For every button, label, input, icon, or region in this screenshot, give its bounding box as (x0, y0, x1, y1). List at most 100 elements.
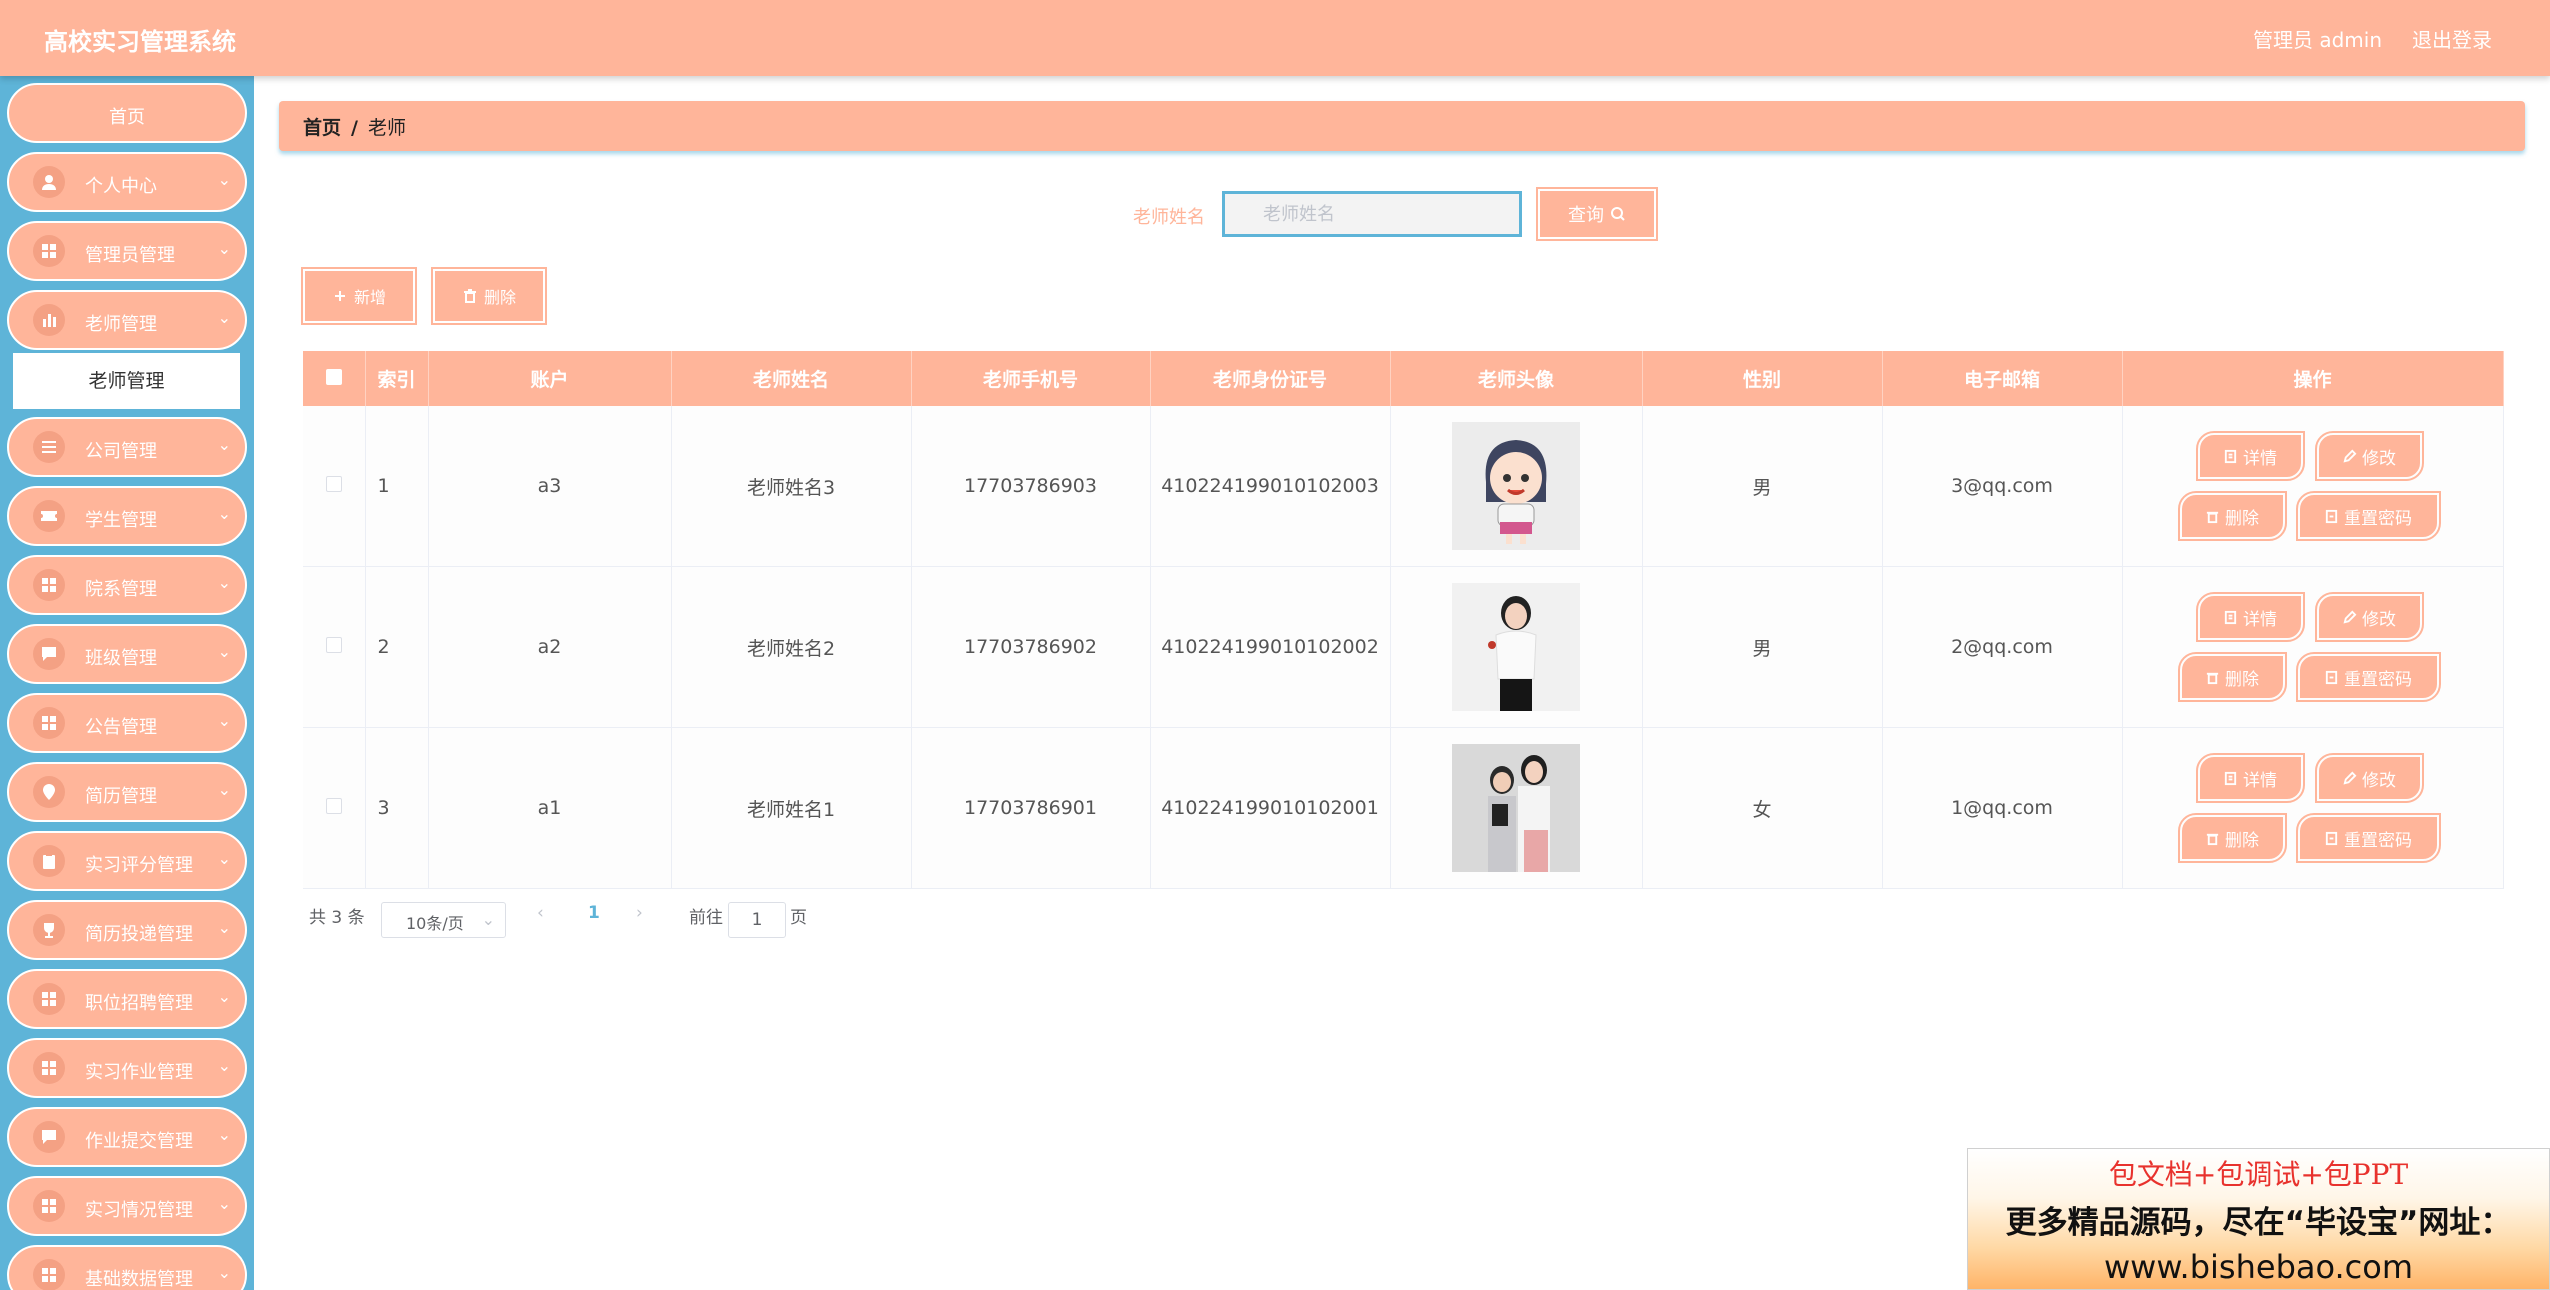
sidebar-item-4[interactable]: 公司管理 ⌄ (7, 417, 247, 477)
sidebar-item-16[interactable]: 基础数据管理 ⌄ (7, 1245, 247, 1290)
breadcrumb-separator: / (351, 117, 358, 139)
row-checkbox[interactable] (325, 798, 342, 814)
next-page-button[interactable]: › (636, 903, 643, 923)
cell-gender: 男 (1642, 406, 1883, 567)
edit-button[interactable]: 修改 (2314, 431, 2424, 481)
top-header: 高校实习管理系统 管理员 admin 退出登录 (0, 0, 2550, 76)
cell-email: 2@qq.com (1882, 566, 2123, 728)
sidebar-item-13[interactable]: 实习作业管理 ⌄ (7, 1038, 247, 1098)
prev-page-button[interactable]: ‹ (537, 903, 544, 923)
sidebar-subitem-teacher-manage[interactable]: 老师管理 (13, 353, 240, 409)
query-button[interactable]: 查询 (1536, 187, 1658, 241)
cell-email: 3@qq.com (1882, 406, 2123, 567)
sidebar-item-label: 基础数据管理 (85, 1269, 193, 1290)
detail-button[interactable]: 详情 (2195, 592, 2305, 642)
location-icon (33, 776, 65, 808)
sidebar-item-10[interactable]: 实习评分管理 ⌄ (7, 831, 247, 891)
row-actions: 详情 修改 删除 重置密码 (2123, 728, 2503, 888)
chevron-down-icon: ⌄ (217, 642, 231, 661)
sidebar-item-home[interactable]: 首页 (7, 83, 247, 143)
sidebar-item-label: 班级管理 (85, 648, 157, 669)
detail-label: 详情 (2243, 448, 2277, 469)
col-name: 老师姓名 (671, 351, 912, 406)
chat-icon (33, 638, 65, 670)
chevron-down-icon: ⌄ (217, 1263, 231, 1282)
row-select-cell[interactable] (303, 566, 366, 728)
row-checkbox[interactable] (325, 637, 342, 653)
reset-label: 重置密码 (2344, 508, 2412, 529)
cell-avatar (1390, 727, 1643, 889)
batch-delete-button[interactable]: 删除 (431, 267, 547, 325)
edit-button[interactable]: 修改 (2314, 592, 2424, 642)
two-women-photo-avatar (1452, 744, 1580, 872)
teacher-table: 索引 账户 老师姓名 老师手机号 老师身份证号 老师头像 性别 电子邮箱 操作 … (303, 351, 2504, 889)
detail-button[interactable]: 详情 (2195, 431, 2305, 481)
app-title: 高校实习管理系统 (44, 28, 236, 56)
sidebar-item-14[interactable]: 作业提交管理 ⌄ (7, 1107, 247, 1167)
cell-account: a3 (428, 406, 672, 567)
grid-icon (33, 1259, 65, 1290)
trash-icon (2206, 511, 2219, 523)
edit-button[interactable]: 修改 (2314, 753, 2424, 803)
detail-label: 详情 (2243, 770, 2277, 791)
teacher-name-search-input[interactable] (1222, 191, 1522, 237)
chevron-down-icon: ⌄ (217, 239, 231, 258)
trash-icon (2206, 833, 2219, 845)
sidebar: 首页 个人中心 ⌄ 管理员管理 ⌄ 老师管理 ⌄ 老师管理 公司管理 ⌄ 学生管理 ⌄ 院系管理 ⌄ 班级… (0, 76, 254, 1290)
select-all-checkbox[interactable] (325, 368, 342, 385)
chevron-down-icon: ⌄ (217, 435, 231, 454)
detail-label: 详情 (2243, 609, 2277, 630)
select-all-cell[interactable] (303, 351, 366, 406)
delete-button[interactable]: 删除 (2177, 813, 2287, 863)
sidebar-item-8[interactable]: 公告管理 ⌄ (7, 693, 247, 753)
search-icon (1611, 207, 1625, 221)
cell-name: 老师姓名3 (671, 406, 912, 567)
cell-actions: 详情 修改 删除 重置密码 (2122, 406, 2504, 567)
sidebar-item-15[interactable]: 实习情况管理 ⌄ (7, 1176, 247, 1236)
chevron-down-icon: ⌄ (217, 987, 231, 1006)
cell-gender: 女 (1642, 727, 1883, 889)
reset-password-button[interactable]: 重置密码 (2295, 652, 2441, 702)
ticket-icon (33, 500, 65, 532)
reset-password-button[interactable]: 重置密码 (2295, 813, 2441, 863)
chevron-down-icon: ⌄ (217, 849, 231, 868)
breadcrumb-home[interactable]: 首页 (303, 117, 341, 139)
clipboard-icon (33, 845, 65, 877)
logout-link[interactable]: 退出登录 (2412, 24, 2492, 53)
chevron-down-icon: ⌄ (481, 910, 495, 929)
sidebar-item-label: 公告管理 (85, 717, 157, 738)
row-checkbox[interactable] (325, 476, 342, 492)
detail-button[interactable]: 详情 (2195, 753, 2305, 803)
promo-banner[interactable]: 包文档+包调试+包PPT 更多精品源码，尽在“毕设宝”网址： www.bishe… (1967, 1148, 2550, 1290)
grid-icon (33, 983, 65, 1015)
chevron-down-icon: ⌄ (217, 1194, 231, 1213)
sidebar-item-1[interactable]: 个人中心 ⌄ (7, 152, 247, 212)
sidebar-item-2[interactable]: 管理员管理 ⌄ (7, 221, 247, 281)
sidebar-item-5[interactable]: 学生管理 ⌄ (7, 486, 247, 546)
add-button[interactable]: 新增 (301, 267, 417, 325)
sidebar-item-9[interactable]: 简历管理 ⌄ (7, 762, 247, 822)
reset-password-icon (2325, 509, 2338, 523)
trash-icon (463, 289, 476, 303)
table-row: 1 a3 老师姓名3 17703786903 410224199010102003 男 3@… (303, 406, 2504, 567)
sidebar-item-label: 实习作业管理 (85, 1062, 193, 1083)
sidebar-item-label: 学生管理 (85, 510, 157, 531)
grid-icon (33, 569, 65, 601)
row-select-cell[interactable] (303, 406, 366, 567)
sidebar-item-11[interactable]: 简历投递管理 ⌄ (7, 900, 247, 960)
delete-button[interactable]: 删除 (2177, 491, 2287, 541)
reset-label: 重置密码 (2344, 830, 2412, 851)
col-idcard: 老师身份证号 (1150, 351, 1391, 406)
page-size-select[interactable]: 10条/页 ⌄ (381, 902, 506, 938)
row-select-cell[interactable] (303, 727, 366, 889)
sidebar-item-6[interactable]: 院系管理 ⌄ (7, 555, 247, 615)
delete-button[interactable]: 删除 (2177, 652, 2287, 702)
edit-icon (2343, 771, 2357, 784)
goto-page-input[interactable] (728, 902, 786, 938)
reset-password-button[interactable]: 重置密码 (2295, 491, 2441, 541)
page-number-current[interactable]: 1 (588, 903, 600, 923)
sidebar-item-12[interactable]: 职位招聘管理 ⌄ (7, 969, 247, 1029)
sidebar-item-3[interactable]: 老师管理 ⌄ (7, 290, 247, 350)
chevron-down-icon: ⌄ (217, 1056, 231, 1075)
sidebar-item-7[interactable]: 班级管理 ⌄ (7, 624, 247, 684)
